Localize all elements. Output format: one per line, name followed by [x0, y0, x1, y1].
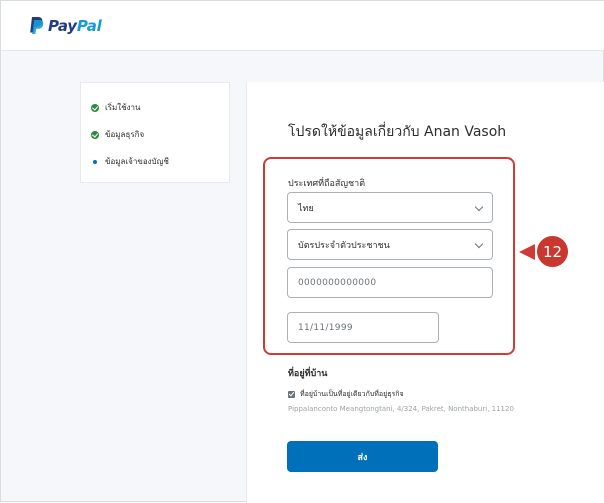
step-owner-info: ข้อมูลเจ้าของบัญชี — [91, 155, 169, 168]
business-address-text: Pippalanconto Meangtongtani, 4/324, Pakr… — [288, 405, 514, 413]
top-bar: PayPal — [1, 1, 604, 51]
same-address-checkbox-row[interactable]: ที่อยู่บ้านเป็นที่อยู่เดียวกับที่อยู่ธุร… — [288, 389, 404, 400]
paypal-p-icon — [29, 16, 44, 35]
home-address-label: ที่อยู่ที่บ้าน — [288, 369, 328, 379]
id-type-select[interactable]: บัตรประจำตัวประชาชน — [287, 229, 493, 260]
step-label: เริ่มใช้งาน — [105, 103, 141, 112]
step-label: ข้อมูลธุรกิจ — [105, 130, 145, 139]
checkbox-checked-icon[interactable] — [288, 391, 295, 398]
country-select[interactable]: ไทย — [287, 192, 493, 223]
id-type-select-value: บัตรประจำตัวประชาชน — [298, 240, 390, 251]
callout-number-badge: 12 — [537, 236, 568, 267]
chevron-down-icon — [474, 202, 484, 212]
same-address-label: ที่อยู่บ้านเป็นที่อยู่เดียวกับที่อยู่ธุร… — [300, 390, 404, 398]
step-label: ข้อมูลเจ้าของบัญชี — [105, 157, 169, 166]
check-circle-icon — [91, 130, 99, 139]
chevron-down-icon — [474, 239, 484, 249]
country-select-value: ไทย — [298, 203, 314, 214]
nationality-label: ประเทศที่ถือสัญชาติ — [288, 179, 366, 189]
callout-arrow-icon — [519, 244, 535, 260]
check-circle-icon — [91, 103, 99, 112]
progress-stepper: เริ่มใช้งาน ข้อมูลธุรกิจ ข้อมูลเจ้าของบั… — [80, 82, 230, 183]
current-step-dot-icon — [93, 159, 97, 164]
step-business-info: ข้อมูลธุรกิจ — [91, 128, 144, 141]
paypal-wordmark: PayPal — [48, 16, 102, 35]
step-start: เริ่มใช้งาน — [91, 101, 141, 114]
date-of-birth-input[interactable]: 11/11/1999 — [287, 312, 439, 343]
id-number-value: 0000000000000 — [298, 277, 377, 288]
paypal-logo[interactable]: PayPal — [29, 16, 102, 35]
date-of-birth-value: 11/11/1999 — [298, 322, 353, 333]
submit-button[interactable]: ส่ง — [287, 441, 438, 472]
id-number-input[interactable]: 0000000000000 — [287, 267, 493, 298]
page-title: โปรดให้ข้อมูลเกี่ยวกับ Anan Vasoh — [288, 124, 507, 140]
